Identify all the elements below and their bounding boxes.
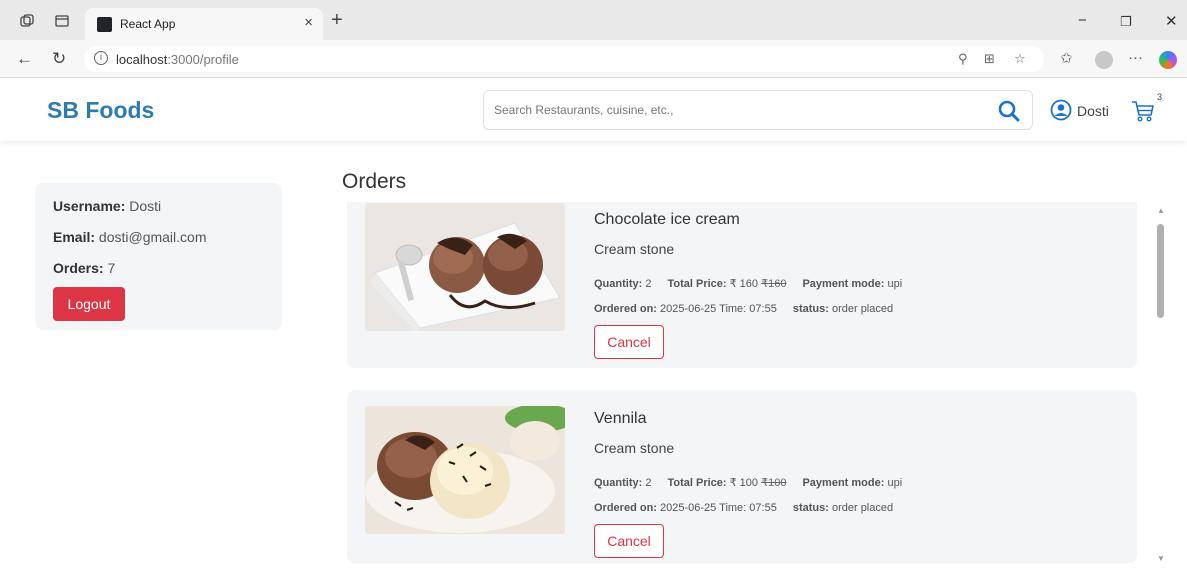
profile-orders-row: Orders: 7 <box>53 260 116 276</box>
order-restaurant: Cream stone <box>594 440 675 456</box>
order-card: Chocolate ice cream Cream stone Quantity… <box>347 202 1137 368</box>
brand-logo[interactable]: SB Foods <box>47 97 154 124</box>
site-info-icon[interactable]: i <box>94 51 108 65</box>
browser-tab-bar: React App × + − ❐ ✕ <box>0 0 1187 40</box>
browser-tab[interactable]: React App × <box>85 8 323 40</box>
profile-card: Username: Dosti Email: dosti@gmail.com O… <box>35 183 282 330</box>
app-available-icon[interactable]: ⊞ <box>984 51 995 67</box>
user-icon[interactable] <box>1050 99 1072 121</box>
tab-actions-icon[interactable] <box>55 14 69 28</box>
favorite-star-icon[interactable]: ☆ <box>1014 51 1026 67</box>
cart-count-badge: 3 <box>1157 92 1163 102</box>
cart-icon[interactable] <box>1130 98 1156 124</box>
order-card: Vennila Cream stone Quantity: 2 Total Pri… <box>347 390 1137 563</box>
react-favicon-icon <box>97 17 112 32</box>
profile-username-row: Username: Dosti <box>53 198 162 214</box>
new-tab-button[interactable]: + <box>331 10 343 30</box>
scroll-up-arrow-icon[interactable]: ▲ <box>1157 206 1165 215</box>
favorites-icon[interactable]: ✩ <box>1060 49 1073 67</box>
refresh-icon[interactable]: ↻ <box>52 49 66 69</box>
order-date-row: Ordered on: 2025-06-25 Time: 07:55 status… <box>594 303 894 315</box>
url-text: localhost:3000/profile <box>116 52 239 67</box>
cancel-order-button[interactable]: Cancel <box>594 524 664 558</box>
order-restaurant: Cream stone <box>594 241 675 257</box>
key-icon[interactable]: ⚲ <box>958 51 968 67</box>
order-details-row: Quantity: 2 Total Price: ₹ 160 ₹160 Paymen… <box>594 278 903 290</box>
vanilla-ice-cream-image <box>365 406 565 534</box>
app-navbar: SB Foods Dosti 3 <box>0 79 1187 141</box>
search-box <box>483 90 1033 130</box>
order-date-row: Ordered on: 2025-06-25 Time: 07:55 status… <box>594 502 894 514</box>
url-field[interactable]: i localhost:3000/profile ⚲ ⊞ ☆ <box>84 46 1044 72</box>
copilot-icon[interactable] <box>1159 51 1177 69</box>
browser-profile-avatar[interactable] <box>1095 51 1113 69</box>
minimize-button[interactable]: − <box>1078 12 1087 29</box>
order-details-row: Quantity: 2 Total Price: ₹ 100 ₹100 Paymen… <box>594 477 903 489</box>
tab-close-icon[interactable]: × <box>304 14 313 31</box>
search-icon[interactable] <box>997 99 1021 123</box>
order-item-name: Chocolate ice cream <box>594 211 740 228</box>
logout-button[interactable]: Logout <box>53 287 125 321</box>
back-arrow-icon[interactable]: ← <box>16 49 33 69</box>
tab-title: React App <box>120 17 176 31</box>
orders-list[interactable]: Chocolate ice cream Cream stone Quantity… <box>340 202 1175 588</box>
scroll-down-arrow-icon[interactable]: ▼ <box>1157 554 1165 563</box>
scrollbar-thumb[interactable] <box>1157 224 1164 318</box>
more-menu-icon[interactable]: ··· <box>1128 49 1143 66</box>
close-window-button[interactable]: ✕ <box>1165 12 1178 30</box>
workspaces-icon[interactable] <box>20 14 34 28</box>
restore-button[interactable]: ❐ <box>1120 14 1132 30</box>
cancel-order-button[interactable]: Cancel <box>594 325 664 359</box>
username-label[interactable]: Dosti <box>1077 103 1109 119</box>
address-bar: ← ↻ i localhost:3000/profile ⚲ ⊞ ☆ ✩ ··· <box>0 40 1187 78</box>
search-input[interactable] <box>494 103 974 117</box>
orders-heading: Orders <box>342 170 407 193</box>
order-item-name: Vennila <box>594 410 647 427</box>
profile-email-row: Email: dosti@gmail.com <box>53 229 207 245</box>
orders-scrollbar[interactable]: ▲ ▼ <box>1153 202 1169 588</box>
chocolate-ice-cream-image <box>365 203 565 331</box>
